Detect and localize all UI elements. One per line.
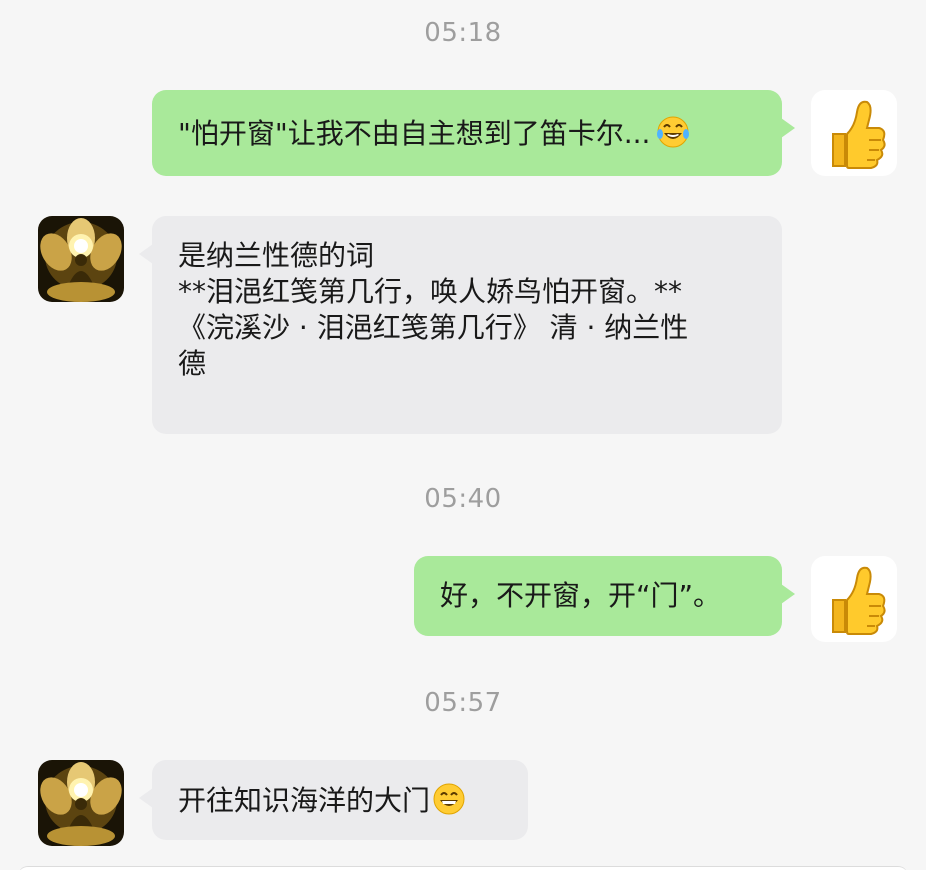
thumbs-up-avatar[interactable] <box>811 556 897 642</box>
message-line: 德 <box>178 347 207 380</box>
message-bubble-outgoing[interactable]: 好，不开窗，开“门”。 <box>414 556 795 636</box>
message-line: 《浣溪沙 · 泪浥红笺第几行》 清 · 纳兰性 <box>178 311 689 344</box>
golden-buddha-avatar[interactable] <box>38 760 124 846</box>
input-bar-edge <box>18 866 908 870</box>
message-bubble-incoming[interactable]: 是纳兰性德的词 **泪浥红笺第几行，唤人娇鸟怕开窗。** 《浣溪沙 · 泪浥红笺… <box>139 216 782 434</box>
message-line: **泪浥红笺第几行，唤人娇鸟怕开窗。** <box>178 275 683 308</box>
message-bubble-outgoing[interactable]: "怕开窗"让我不由自主想到了笛卡尔... <box>152 90 795 176</box>
thumbs-up-avatar[interactable] <box>811 90 897 176</box>
message-text: 好，不开窗，开“门”。 <box>440 579 722 612</box>
chat-view: 05:18 "怕开窗"让我不由自主想到了笛卡尔... 是纳兰性德的词 **泪浥红… <box>0 0 926 870</box>
message-text: "怕开窗"让我不由自主想到了笛卡尔... <box>178 117 651 150</box>
message-text: 开往知识海洋的大门 <box>178 784 431 817</box>
timestamp: 05:57 <box>424 688 502 718</box>
timestamp: 05:18 <box>424 18 502 48</box>
grinning-face-emoji <box>432 782 466 825</box>
timestamp: 05:40 <box>424 484 502 514</box>
message-line: 是纳兰性德的词 <box>178 239 375 272</box>
golden-buddha-avatar[interactable] <box>38 216 124 302</box>
tears-of-joy-emoji <box>656 115 690 158</box>
message-bubble-incoming[interactable]: 开往知识海洋的大门 <box>139 760 528 840</box>
